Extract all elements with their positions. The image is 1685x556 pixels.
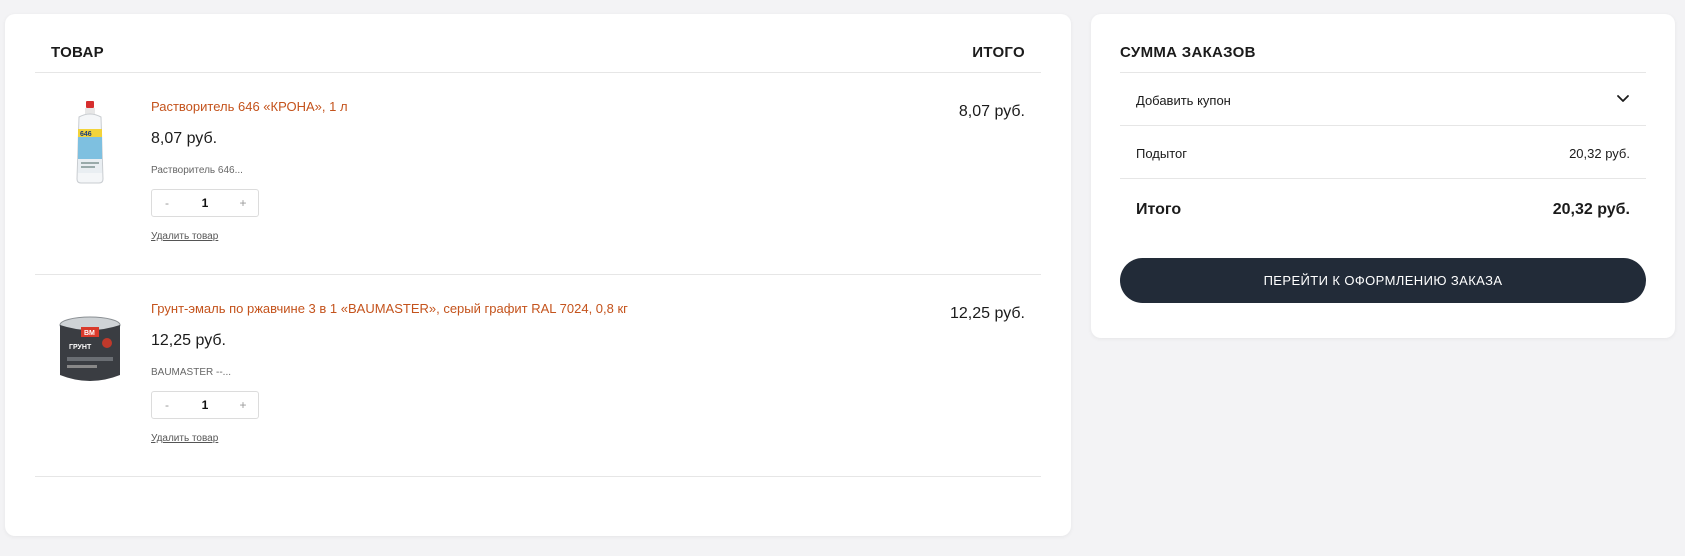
svg-text:646: 646 bbox=[80, 131, 92, 138]
product-description: BAUMASTER --... bbox=[151, 367, 232, 378]
quantity-value[interactable]: 1 bbox=[182, 196, 228, 210]
decrease-quantity-button[interactable]: - bbox=[152, 196, 182, 210]
chevron-down-icon bbox=[1617, 95, 1629, 102]
cart-table-header: ТОВАР ИТОГО bbox=[35, 14, 1041, 73]
remove-item-link[interactable]: Удалить товар bbox=[151, 231, 218, 242]
summary-title: СУММА ЗАКАЗОВ bbox=[1120, 44, 1256, 61]
product-description: Растворитель 646... bbox=[151, 165, 243, 176]
unit-price: 12,25 руб. bbox=[151, 332, 226, 349]
product-link[interactable]: Растворитель 646 «КРОНА», 1 л bbox=[151, 99, 348, 114]
total-value: 20,32 руб. bbox=[1552, 201, 1630, 218]
svg-text:BM: BM bbox=[84, 330, 95, 337]
increase-quantity-button[interactable]: + bbox=[228, 398, 258, 412]
quantity-value[interactable]: 1 bbox=[182, 398, 228, 412]
product-link[interactable]: Грунт-эмаль по ржавчине 3 в 1 «BAUMASTER… bbox=[151, 301, 628, 316]
decrease-quantity-button[interactable]: - bbox=[152, 398, 182, 412]
paint-can-image[interactable]: BM ГРУНТ bbox=[57, 301, 123, 387]
increase-quantity-button[interactable]: + bbox=[228, 196, 258, 210]
cart-item: 646 Растворитель 646 «КРОНА», 1 л 8,07 р… bbox=[35, 73, 1041, 275]
item-total: 12,25 руб. bbox=[950, 305, 1025, 322]
subtotal-row: Подытог 20,32 руб. bbox=[1120, 125, 1646, 179]
item-total: 8,07 руб. bbox=[958, 103, 1025, 120]
add-coupon-toggle[interactable]: Добавить купон bbox=[1120, 72, 1646, 126]
total-label: Итого bbox=[1136, 201, 1182, 218]
cart-card: ТОВАР ИТОГО 646 Растворитель 646 «КРОНА»… bbox=[5, 14, 1071, 536]
quantity-stepper: - 1 + bbox=[151, 189, 259, 217]
subtotal-value: 20,32 руб. bbox=[1569, 146, 1630, 161]
total-row: Итого 20,32 руб. bbox=[1120, 178, 1646, 239]
svg-text:ГРУНТ: ГРУНТ bbox=[69, 344, 92, 351]
subtotal-label: Подытог bbox=[1136, 146, 1187, 161]
solvent-bottle-image[interactable]: 646 bbox=[57, 99, 123, 185]
remove-item-link[interactable]: Удалить товар bbox=[151, 433, 218, 444]
checkout-button[interactable]: ПЕРЕЙТИ К ОФОРМЛЕНИЮ ЗАКАЗА bbox=[1120, 258, 1646, 303]
order-summary-card: СУММА ЗАКАЗОВ Добавить купон Подытог 20,… bbox=[1091, 14, 1675, 338]
cart-item: BM ГРУНТ Грунт-эмаль по ржавчине 3 в 1 «… bbox=[35, 275, 1041, 477]
total-column-header: ИТОГО bbox=[972, 44, 1025, 61]
product-column-header: ТОВАР bbox=[51, 44, 104, 61]
quantity-stepper: - 1 + bbox=[151, 391, 259, 419]
unit-price: 8,07 руб. bbox=[151, 130, 218, 147]
coupon-label: Добавить купон bbox=[1136, 93, 1231, 108]
